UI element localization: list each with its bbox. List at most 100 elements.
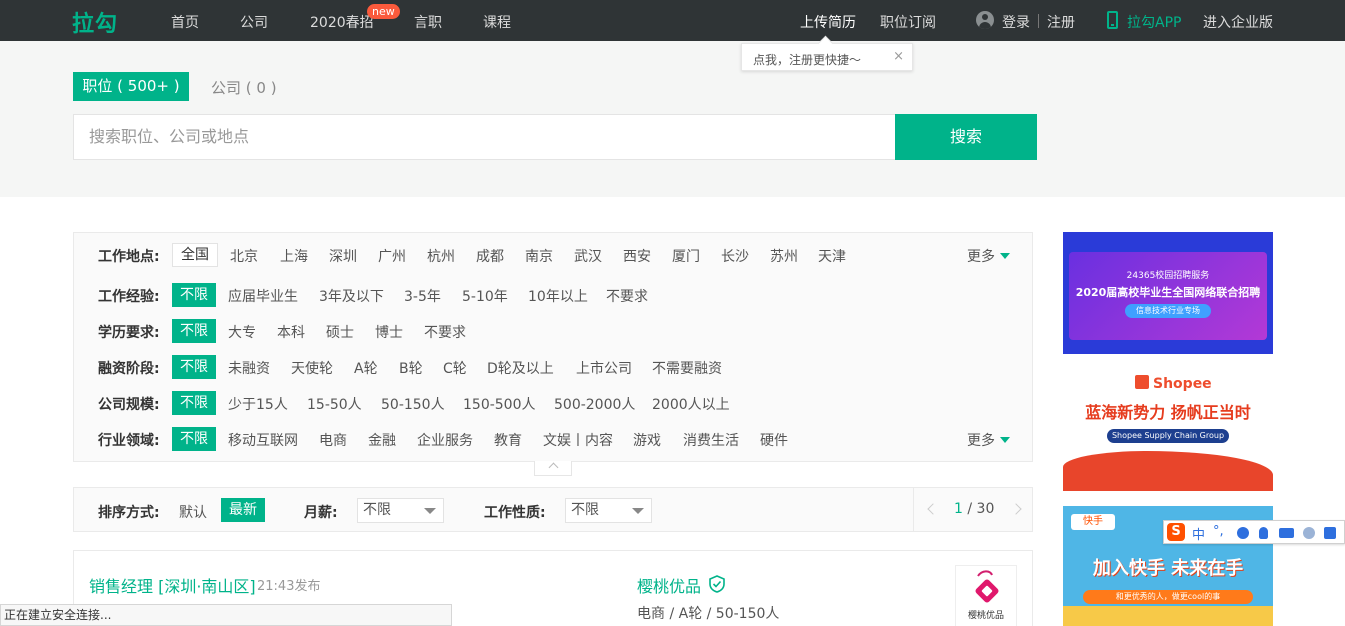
shirt-icon[interactable] xyxy=(1324,527,1336,539)
sort-latest[interactable]: 最新 xyxy=(221,498,265,522)
filter-option[interactable]: B轮 xyxy=(399,358,423,378)
filter-option[interactable]: 文娱丨内容 xyxy=(543,430,613,450)
search-button[interactable]: 搜索 xyxy=(895,114,1037,160)
filter-option[interactable]: A轮 xyxy=(354,358,378,378)
filter-option[interactable]: 15-50人 xyxy=(307,394,362,414)
filter-option[interactable]: 杭州 xyxy=(427,246,455,266)
login-link[interactable]: 登录 xyxy=(1002,12,1030,32)
upload-resume-link[interactable]: 上传简历 xyxy=(800,12,856,32)
nav-company[interactable]: 公司 xyxy=(240,12,268,32)
filter-option[interactable]: 未融资 xyxy=(228,358,270,378)
filter-option-selected[interactable]: 不限 xyxy=(172,427,216,451)
logo[interactable]: 拉勾 xyxy=(72,6,118,38)
filter-option[interactable]: 金融 xyxy=(368,430,396,450)
job-title-link[interactable]: 销售经理 [深圳·南山区] xyxy=(89,573,256,597)
filter-option[interactable]: 不要求 xyxy=(606,286,648,306)
filter-option[interactable]: 电商 xyxy=(319,430,347,450)
filter-option-selected[interactable]: 不限 xyxy=(172,355,216,379)
filter-option[interactable]: 应届毕业生 xyxy=(228,286,298,306)
filter-option[interactable]: 50-150人 xyxy=(381,394,445,414)
filter-option[interactable]: 大专 xyxy=(228,322,256,342)
filter-option[interactable]: 游戏 xyxy=(633,430,661,450)
user-skin-icon[interactable] xyxy=(1303,527,1315,539)
filter-option[interactable]: C轮 xyxy=(443,358,467,378)
emoji-icon[interactable] xyxy=(1237,527,1249,539)
filter-option[interactable]: 本科 xyxy=(277,322,305,342)
salary-select[interactable]: 不限 xyxy=(357,498,444,523)
filter-option[interactable]: 教育 xyxy=(494,430,522,450)
filter-option[interactable]: 500-2000人 xyxy=(554,394,635,414)
close-icon[interactable]: × xyxy=(893,49,904,64)
ime-lang-toggle[interactable]: 中 xyxy=(1192,524,1205,543)
filter-option[interactable]: 天津 xyxy=(818,246,846,266)
ime-toolbar[interactable]: S 中 °, xyxy=(1163,520,1345,544)
filter-row-education: 学历要求: 不限 大专 本科 硕士 博士 不要求 xyxy=(74,319,1034,343)
filter-option[interactable]: 不要求 xyxy=(424,322,466,342)
filter-option[interactable]: 北京 xyxy=(230,246,258,266)
filter-option[interactable]: 成都 xyxy=(476,246,504,266)
filter-option[interactable]: 苏州 xyxy=(770,246,798,266)
prev-page-icon[interactable] xyxy=(927,503,939,515)
filter-option[interactable]: 深圳 xyxy=(329,246,357,266)
filter-option-selected[interactable]: 不限 xyxy=(172,319,216,343)
tab-jobs[interactable]: 职位 ( 500+ ) xyxy=(73,72,189,101)
company-logo[interactable]: 樱桃优品 xyxy=(955,565,1017,626)
nature-select[interactable]: 不限 xyxy=(565,498,652,523)
collapse-filters-toggle[interactable] xyxy=(534,461,572,476)
microphone-icon[interactable] xyxy=(1259,527,1268,539)
filter-option[interactable]: 5-10年 xyxy=(462,286,508,306)
filter-option[interactable]: 厦门 xyxy=(672,246,700,266)
filter-option[interactable]: 西安 xyxy=(623,246,651,266)
register-tooltip[interactable]: 点我，注册更快捷～ × xyxy=(741,43,913,71)
nature-label: 工作性质: xyxy=(484,505,546,521)
enterprise-link[interactable]: 进入企业版 xyxy=(1203,12,1273,32)
job-subscribe-link[interactable]: 职位订阅 xyxy=(880,12,936,32)
filter-option-selected[interactable]: 全国 xyxy=(172,243,218,267)
search-input[interactable]: 搜索职位、公司或地点 xyxy=(73,114,895,160)
nav-courses[interactable]: 课程 xyxy=(483,12,511,32)
filter-option[interactable]: 企业服务 xyxy=(417,430,473,450)
filter-option[interactable]: 少于15人 xyxy=(228,394,288,414)
filter-option[interactable]: 上海 xyxy=(280,246,308,266)
register-link[interactable]: 注册 xyxy=(1047,12,1075,32)
filter-option[interactable]: 3年及以下 xyxy=(319,286,384,306)
ad-text: Shopee Supply Chain Group xyxy=(1107,429,1229,443)
filter-option-selected[interactable]: 不限 xyxy=(172,391,216,415)
caret-down-icon xyxy=(1000,437,1010,443)
filter-option[interactable]: 150-500人 xyxy=(463,394,536,414)
more-toggle[interactable]: 更多 xyxy=(967,430,1010,450)
ime-logo[interactable]: S xyxy=(1167,523,1185,541)
filter-option[interactable]: 移动互联网 xyxy=(228,430,298,450)
ad-banner-campus-recruit[interactable]: 24365校园招聘服务 2020届高校毕业生全国网络联合招聘 信息技术行业专场 xyxy=(1063,232,1273,354)
nav-spring-recruit[interactable]: 2020春招 xyxy=(310,12,374,32)
keyboard-icon[interactable] xyxy=(1279,528,1294,538)
filter-option[interactable]: 天使轮 xyxy=(291,358,333,378)
filter-option[interactable]: 消费生活 xyxy=(683,430,739,450)
filter-option[interactable]: 博士 xyxy=(375,322,403,342)
nav-home[interactable]: 首页 xyxy=(171,12,199,32)
filter-option[interactable]: 3-5年 xyxy=(404,286,441,306)
filter-option[interactable]: 硕士 xyxy=(326,322,354,342)
filter-option[interactable]: 南京 xyxy=(525,246,553,266)
nav-yanzhi[interactable]: 言职 xyxy=(414,12,442,32)
filter-option-selected[interactable]: 不限 xyxy=(172,283,216,307)
company-name-link[interactable]: 樱桃优品 xyxy=(637,573,701,597)
filter-option[interactable]: 广州 xyxy=(378,246,406,266)
filter-option[interactable]: 武汉 xyxy=(574,246,602,266)
filter-option[interactable]: 上市公司 xyxy=(576,358,632,378)
app-link[interactable]: 拉勾APP xyxy=(1127,12,1181,32)
filter-option[interactable]: D轮及以上 xyxy=(487,358,554,378)
ime-punct-toggle[interactable]: °, xyxy=(1213,524,1224,539)
filter-option[interactable]: 长沙 xyxy=(721,246,749,266)
ad-banner-shopee[interactable]: Shopee 蓝海新势力 扬帆正当时 Shopee Supply Chain G… xyxy=(1063,367,1273,491)
tab-company[interactable]: 公司 ( 0 ) xyxy=(211,77,277,98)
filter-option[interactable]: 硬件 xyxy=(760,430,788,450)
sort-default[interactable]: 默认 xyxy=(179,502,207,522)
more-toggle[interactable]: 更多 xyxy=(967,246,1010,266)
next-page-icon[interactable] xyxy=(1010,503,1022,515)
filter-option[interactable]: 不需要融资 xyxy=(652,358,722,378)
filter-label: 行业领域: xyxy=(98,433,160,449)
filter-option[interactable]: 10年以上 xyxy=(528,286,588,306)
phone-icon xyxy=(1107,11,1118,29)
filter-option[interactable]: 2000人以上 xyxy=(652,394,730,414)
